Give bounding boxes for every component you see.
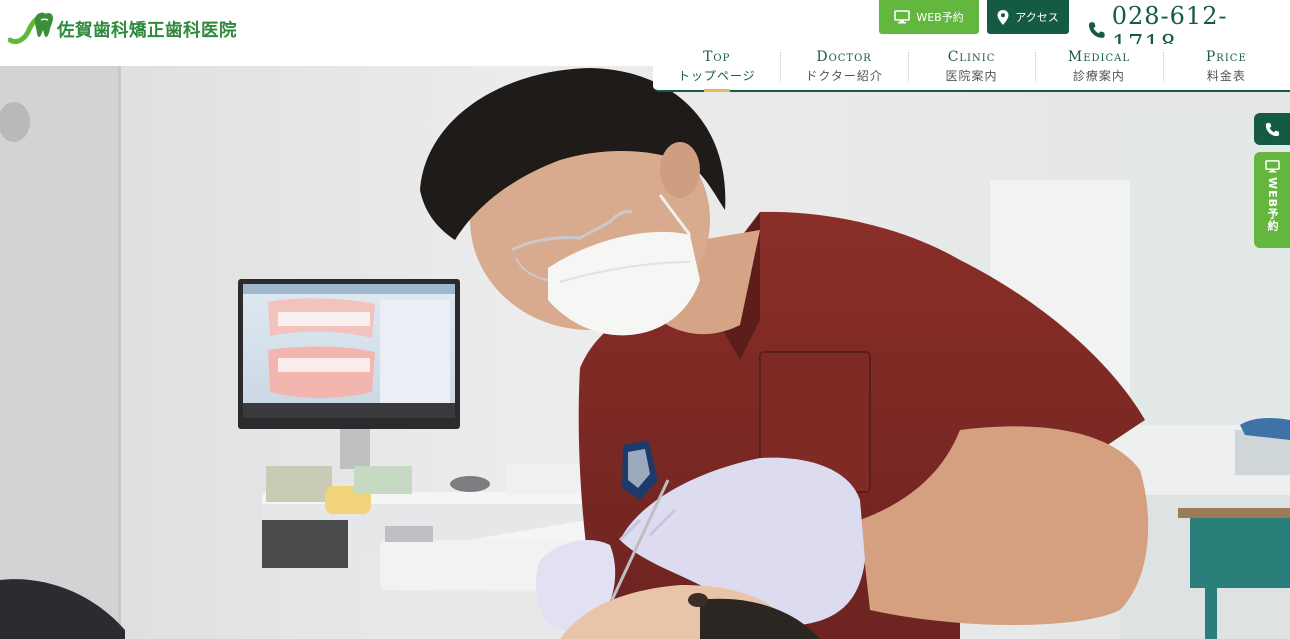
site-logo[interactable]: 佐賀歯科矯正歯科医院 bbox=[8, 10, 237, 48]
nav-item-jp: 料金表 bbox=[1206, 69, 1246, 83]
hero-photo-dentist bbox=[0, 66, 1290, 639]
side-web-reservation-button[interactable]: WEB予約 bbox=[1254, 152, 1290, 248]
nav-item-jp: トップページ bbox=[677, 69, 756, 83]
monitor-icon bbox=[1264, 160, 1280, 173]
main-navigation: Top トップページ Doctor ドクター紹介 Clinic 医院案内 Med… bbox=[653, 44, 1290, 92]
web-reservation-button[interactable]: WEB予約 bbox=[879, 0, 979, 34]
tooth-logo-icon bbox=[8, 12, 53, 45]
nav-item-doctor[interactable]: Doctor ドクター紹介 bbox=[780, 44, 907, 90]
nav-item-clinic[interactable]: Clinic 医院案内 bbox=[907, 44, 1035, 90]
nav-item-price[interactable]: Price 料金表 bbox=[1162, 44, 1290, 90]
monitor-icon bbox=[894, 10, 911, 24]
side-web-reservation-label: WEB予約 bbox=[1266, 177, 1279, 233]
access-label: アクセス bbox=[1015, 11, 1059, 24]
side-phone-button[interactable] bbox=[1254, 113, 1290, 145]
hero-image bbox=[0, 66, 1290, 639]
nav-item-jp: 診療案内 bbox=[1072, 69, 1125, 83]
nav-item-en: Price bbox=[1205, 49, 1247, 65]
nav-item-jp: 医院案内 bbox=[945, 69, 998, 83]
phone-icon bbox=[1265, 122, 1279, 136]
nav-item-en: Clinic bbox=[947, 49, 996, 65]
nav-item-en: Doctor bbox=[816, 49, 872, 65]
map-pin-icon bbox=[997, 9, 1009, 25]
web-reservation-label: WEB予約 bbox=[916, 11, 964, 24]
nav-item-en: Top bbox=[703, 49, 731, 65]
logo-text: 佐賀歯科矯正歯科医院 bbox=[57, 20, 237, 41]
nav-item-medical[interactable]: Medical 診療案内 bbox=[1035, 44, 1162, 90]
access-button[interactable]: アクセス bbox=[987, 0, 1069, 34]
nav-item-jp: ドクター紹介 bbox=[805, 69, 883, 83]
nav-item-top[interactable]: Top トップページ bbox=[653, 44, 780, 92]
nav-item-en: Medical bbox=[1067, 49, 1130, 65]
phone-icon bbox=[1088, 22, 1105, 38]
